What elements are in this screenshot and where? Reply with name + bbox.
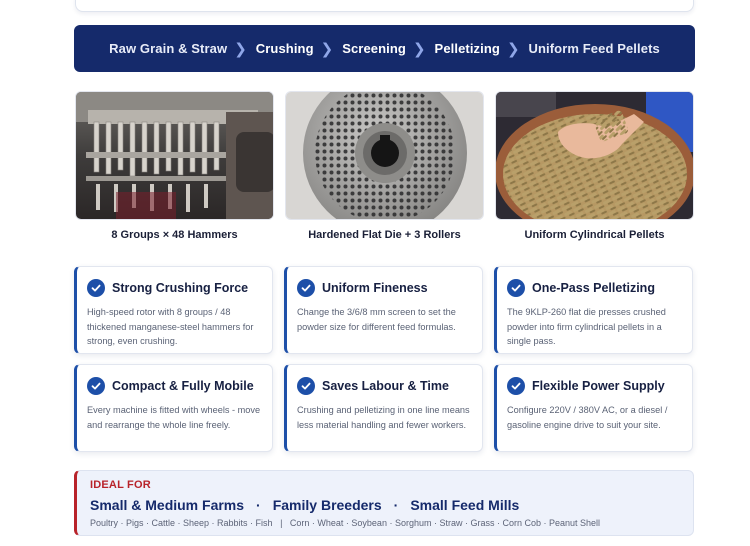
ideal-targets: Small & Medium Farms · Family Breeders ·… <box>90 497 693 513</box>
feature-desc: High-speed rotor with 8 groups / 48 thic… <box>87 307 254 347</box>
hammers-caption: 8 Groups × 48 Hammers <box>111 229 238 241</box>
ideal-materials: Poultry · Pigs · Cattle · Sheep · Rabbit… <box>90 518 601 528</box>
feature-card-crushing: Strong Crushing Force High-speed rotor w… <box>74 266 273 354</box>
previous-section-card <box>75 0 694 12</box>
feature-desc: Every machine is fitted with wheels - mo… <box>87 405 261 430</box>
feature-card-mobile: Compact & Fully Mobile Every machine is … <box>74 364 273 452</box>
flat-die-caption: Hardened Flat Die + 3 Rollers <box>308 229 461 241</box>
feature-title: Flexible Power Supply <box>532 379 665 393</box>
process-step-crushing: Crushing <box>255 41 314 56</box>
check-circle-icon <box>507 377 525 395</box>
feature-title: Uniform Fineness <box>322 281 428 295</box>
separator-dot: · <box>393 497 399 513</box>
feature-card-power: Flexible Power Supply Configure 220V / 3… <box>494 364 693 452</box>
feature-card-pelletizing: One-Pass Pelletizing The 9KLP-260 flat d… <box>494 266 693 354</box>
flat-die-photo <box>285 91 484 220</box>
check-circle-icon <box>297 279 315 297</box>
target-breeders: Family Breeders <box>272 497 382 513</box>
ideal-for-label: IDEAL FOR <box>90 479 151 491</box>
feature-desc: Change the 3/6/8 mm screen to set the po… <box>297 307 456 332</box>
check-circle-icon <box>87 377 105 395</box>
pellets-caption: Uniform Cylindrical Pellets <box>524 229 665 241</box>
feature-title: Compact & Fully Mobile <box>112 379 254 393</box>
target-feed-mills: Small Feed Mills <box>410 497 520 513</box>
ideal-for-panel: IDEAL FOR Small & Medium Farms · Family … <box>74 470 694 536</box>
feature-title: Saves Labour & Time <box>322 379 449 393</box>
feature-card-labour: Saves Labour & Time Crushing and pelleti… <box>284 364 483 452</box>
feature-title: Strong Crushing Force <box>112 281 249 295</box>
process-step-screening: Screening <box>342 41 406 56</box>
check-circle-icon <box>297 377 315 395</box>
process-step-raw: Raw Grain & Straw <box>109 41 228 56</box>
chevron-right-icon: ❯ <box>412 40 426 58</box>
feature-title: One-Pass Pelletizing <box>532 281 655 295</box>
check-circle-icon <box>507 279 525 297</box>
process-flow-bar: Raw Grain & Straw ❯ Crushing ❯ Screening… <box>74 25 695 72</box>
chevron-right-icon: ❯ <box>234 40 247 58</box>
process-step-pelletizing: Pelletizing <box>434 41 500 56</box>
feature-desc: Crushing and pelletizing in one line mea… <box>297 405 470 430</box>
hammers-photo <box>75 91 274 220</box>
target-farms: Small & Medium Farms <box>90 497 245 513</box>
check-circle-icon <box>87 279 105 297</box>
feature-desc: Configure 220V / 380V AC, or a diesel / … <box>507 405 668 430</box>
chevron-right-icon: ❯ <box>320 40 334 58</box>
feature-card-fineness: Uniform Fineness Change the 3/6/8 mm scr… <box>284 266 483 354</box>
process-step-output: Uniform Feed Pellets <box>528 41 660 56</box>
feature-desc: The 9KLP-260 flat die presses crushed po… <box>507 307 666 347</box>
chevron-right-icon: ❯ <box>506 40 520 58</box>
pellets-photo <box>495 91 694 220</box>
separator-dot: · <box>256 497 261 513</box>
